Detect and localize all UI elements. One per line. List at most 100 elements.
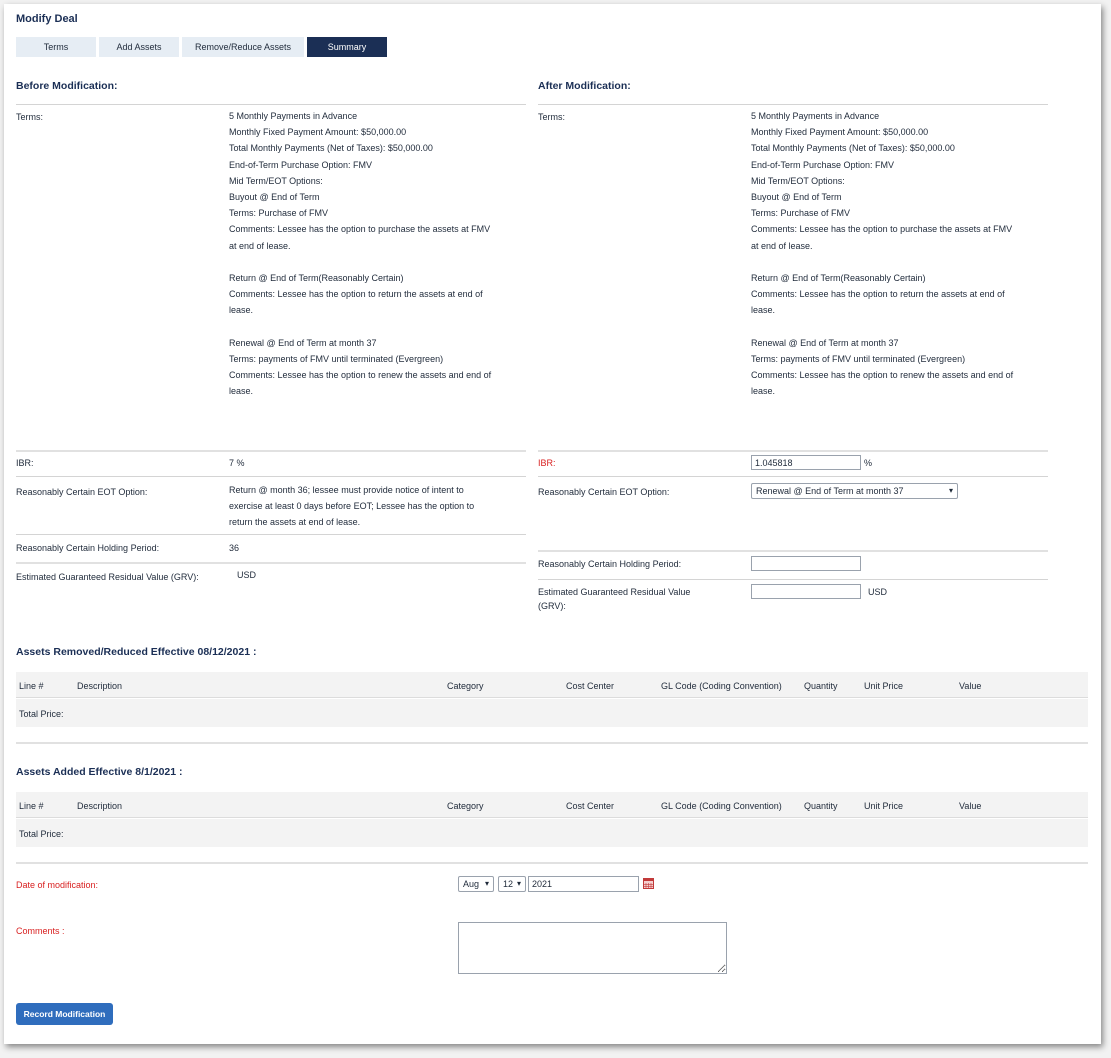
before-ibr-label: IBR: bbox=[16, 458, 34, 468]
term-line: Terms: payments of FMV until terminated … bbox=[751, 354, 966, 365]
term-line: Comments: Lessee has the option to retur… bbox=[229, 289, 483, 300]
comments-textarea[interactable] bbox=[458, 922, 727, 974]
grv-label-line: Estimated Guaranteed Residual Value bbox=[538, 587, 691, 597]
col-description: Description bbox=[77, 681, 123, 691]
tab-add-assets[interactable]: Add Assets bbox=[99, 37, 179, 57]
month-select[interactable]: Aug ▾ bbox=[458, 876, 494, 892]
col-category: Category bbox=[447, 681, 484, 691]
eot-line: Return @ month 36; lessee must provide n… bbox=[229, 485, 464, 495]
divider bbox=[16, 104, 526, 105]
term-line: Monthly Fixed Payment Amount: $50,000.00 bbox=[751, 127, 929, 138]
term-line: Comments: Lessee has the option to renew… bbox=[229, 370, 492, 381]
divider bbox=[538, 104, 1048, 105]
ibr-input[interactable] bbox=[751, 455, 861, 470]
term-line: 5 Monthly Payments in Advance bbox=[229, 111, 358, 121]
term-line: Comments: Lessee has the option to retur… bbox=[751, 289, 1005, 300]
term-line bbox=[229, 319, 491, 335]
divider bbox=[538, 579, 1048, 580]
total-price-label: Total Price: bbox=[19, 829, 64, 839]
term-line bbox=[229, 254, 491, 270]
added-assets-heading: Assets Added Effective 8/1/2021 : bbox=[16, 766, 183, 778]
divider bbox=[16, 534, 526, 535]
removed-assets-heading: Assets Removed/Reduced Effective 08/12/2… bbox=[16, 646, 257, 658]
chevron-down-icon: ▾ bbox=[948, 486, 953, 495]
after-ibr-label: IBR: bbox=[538, 458, 556, 468]
ibr-unit: % bbox=[864, 458, 873, 468]
after-eot-label: Reasonably Certain EOT Option: bbox=[538, 487, 670, 497]
col-gl-code: GL Code (Coding Convention) bbox=[661, 801, 782, 811]
page-title: Modify Deal bbox=[16, 13, 78, 25]
term-line: Comments: Lessee has the option to purch… bbox=[751, 224, 1013, 235]
before-terms-label: Terms: bbox=[16, 112, 43, 122]
calendar-icon[interactable] bbox=[643, 877, 654, 889]
term-line: Terms: Purchase of FMV bbox=[751, 208, 851, 219]
term-line: Buyout @ End of Term bbox=[229, 192, 320, 203]
before-eot-value: Return @ month 36; lessee must provide n… bbox=[229, 482, 474, 531]
term-line: lease. bbox=[229, 386, 254, 397]
term-line: lease. bbox=[751, 305, 776, 316]
eot-option-selected: Renewal @ End of Term at month 37 bbox=[756, 486, 904, 496]
divider bbox=[16, 742, 1088, 744]
divider bbox=[538, 450, 1048, 452]
added-assets-total-row: Total Price: bbox=[16, 819, 1088, 847]
term-line: Terms: payments of FMV until terminated … bbox=[229, 354, 444, 365]
term-line: at end of lease. bbox=[229, 240, 291, 251]
term-line: Total Monthly Payments (Net of Taxes): $… bbox=[229, 143, 433, 154]
month-selected: Aug bbox=[463, 879, 480, 889]
divider bbox=[16, 450, 526, 452]
term-line: lease. bbox=[751, 386, 776, 397]
before-grv-value: USD bbox=[237, 570, 257, 580]
term-line: Monthly Fixed Payment Amount: $50,000.00 bbox=[229, 127, 407, 138]
divider bbox=[16, 562, 526, 564]
year-input[interactable] bbox=[528, 876, 639, 892]
before-eot-label: Reasonably Certain EOT Option: bbox=[16, 487, 148, 497]
day-select[interactable]: 12 ▾ bbox=[498, 876, 526, 892]
divider bbox=[16, 862, 1088, 864]
before-ibr-value: 7 % bbox=[229, 458, 245, 468]
grv-unit: USD bbox=[868, 587, 888, 597]
col-quantity: Quantity bbox=[804, 681, 838, 691]
tab-remove-reduce-assets[interactable]: Remove/Reduce Assets bbox=[182, 37, 304, 57]
divider bbox=[538, 550, 1048, 552]
term-line: Total Monthly Payments (Net of Taxes): $… bbox=[751, 143, 955, 154]
before-holding-label: Reasonably Certain Holding Period: bbox=[16, 543, 160, 553]
col-cost-center: Cost Center bbox=[566, 681, 615, 691]
removed-assets-total-row: Total Price: bbox=[16, 699, 1088, 727]
tab-bar: Terms Add Assets Remove/Reduce Assets Su… bbox=[16, 37, 387, 57]
after-grv-label: Estimated Guaranteed Residual Value (GRV… bbox=[538, 587, 690, 611]
before-terms-list: 5 Monthly Payments in Advance Monthly Fi… bbox=[229, 108, 491, 400]
term-line: Return @ End of Term(Reasonably Certain) bbox=[229, 273, 404, 284]
col-unit-price: Unit Price bbox=[864, 681, 904, 691]
term-line: Mid Term/EOT Options: bbox=[229, 175, 323, 186]
term-line: 5 Monthly Payments in Advance bbox=[751, 111, 880, 121]
col-unit-price: Unit Price bbox=[864, 801, 904, 811]
col-cost-center: Cost Center bbox=[566, 801, 615, 811]
term-line bbox=[751, 254, 1013, 270]
term-line: Buyout @ End of Term bbox=[751, 192, 842, 203]
term-line: End-of-Term Purchase Option: FMV bbox=[751, 159, 895, 170]
term-line bbox=[751, 319, 1013, 335]
col-line: Line # bbox=[19, 681, 44, 691]
term-line: Mid Term/EOT Options: bbox=[751, 175, 845, 186]
eot-option-select[interactable]: Renewal @ End of Term at month 37 ▾ bbox=[751, 483, 958, 499]
col-gl-code: GL Code (Coding Convention) bbox=[661, 681, 782, 691]
holding-period-input[interactable] bbox=[751, 556, 861, 571]
tab-summary[interactable]: Summary bbox=[307, 37, 387, 57]
grv-label-line: (GRV): bbox=[538, 601, 566, 611]
col-category: Category bbox=[447, 801, 484, 811]
after-holding-label: Reasonably Certain Holding Period: bbox=[538, 559, 682, 569]
total-price-label: Total Price: bbox=[19, 709, 64, 719]
date-of-modification-label: Date of modification: bbox=[16, 880, 99, 890]
term-line: lease. bbox=[229, 305, 254, 316]
after-terms-label: Terms: bbox=[538, 112, 565, 122]
record-modification-button[interactable]: Record Modification bbox=[16, 1003, 113, 1025]
term-line: Renewal @ End of Term at month 37 bbox=[229, 337, 377, 348]
term-line: End-of-Term Purchase Option: FMV bbox=[229, 159, 373, 170]
grv-input[interactable] bbox=[751, 584, 861, 599]
after-terms-list: 5 Monthly Payments in Advance Monthly Fi… bbox=[751, 108, 1013, 400]
col-line: Line # bbox=[19, 801, 44, 811]
term-line: Renewal @ End of Term at month 37 bbox=[751, 337, 899, 348]
day-selected: 12 bbox=[503, 879, 514, 889]
tab-terms[interactable]: Terms bbox=[16, 37, 96, 57]
divider bbox=[538, 476, 1048, 477]
